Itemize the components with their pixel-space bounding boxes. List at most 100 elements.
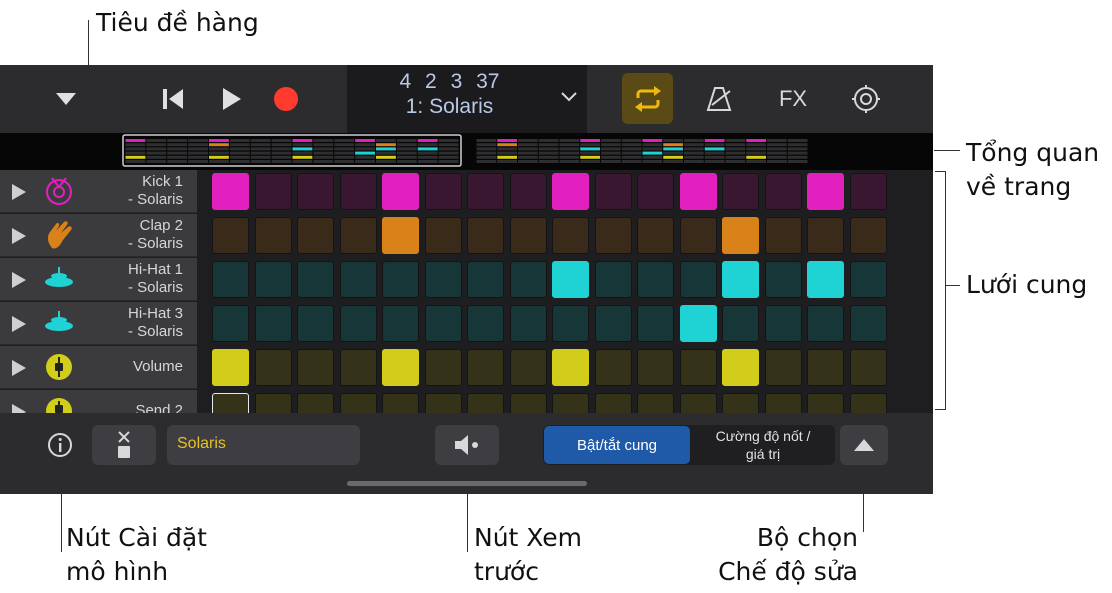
row-header[interactable]: Send 2: [0, 390, 197, 413]
step-cell[interactable]: [212, 261, 249, 298]
step-cell[interactable]: [807, 393, 844, 413]
step-cell[interactable]: [254, 261, 292, 298]
record-button[interactable]: [270, 83, 302, 115]
step-cell[interactable]: [297, 173, 334, 210]
step-cell[interactable]: [212, 217, 249, 254]
step-cell[interactable]: [509, 305, 547, 342]
step-cell[interactable]: [637, 261, 674, 298]
step-cell[interactable]: [339, 173, 377, 210]
step-cell[interactable]: [637, 305, 674, 342]
step-cell[interactable]: [509, 173, 547, 210]
play-button[interactable]: [215, 83, 247, 115]
step-cell[interactable]: [594, 261, 632, 298]
step-cell[interactable]: [254, 173, 292, 210]
step-cell[interactable]: [297, 261, 334, 298]
step-cell[interactable]: [509, 393, 547, 413]
step-cell[interactable]: [424, 173, 462, 210]
step-cell[interactable]: [212, 173, 249, 210]
step-cell[interactable]: [212, 305, 249, 342]
preview-button[interactable]: [435, 425, 499, 465]
step-cell[interactable]: [807, 261, 844, 298]
step-cell[interactable]: [467, 217, 504, 254]
step-grid[interactable]: Kick 1 - Solaris Clap 2 - Solaris Hi-Hat 1…: [0, 170, 933, 413]
page-overview-minimap[interactable]: [0, 133, 933, 170]
step-cell[interactable]: [764, 305, 802, 342]
step-cell[interactable]: [637, 393, 674, 413]
step-cell[interactable]: [807, 217, 844, 254]
row-expand-icon[interactable]: [12, 184, 26, 200]
step-cell[interactable]: [552, 217, 589, 254]
settings-button[interactable]: [850, 83, 882, 115]
step-cell[interactable]: [467, 393, 504, 413]
step-cell[interactable]: [424, 261, 462, 298]
step-cell[interactable]: [722, 217, 759, 254]
step-cell[interactable]: [807, 305, 844, 342]
row-expand-icon[interactable]: [12, 404, 26, 413]
step-cell[interactable]: [509, 261, 547, 298]
step-cell[interactable]: [722, 305, 759, 342]
step-cell[interactable]: [297, 217, 334, 254]
step-cell[interactable]: [339, 305, 377, 342]
go-to-start-button[interactable]: [157, 83, 189, 115]
step-cell[interactable]: [679, 173, 717, 210]
row-header[interactable]: Clap 2 - Solaris: [0, 214, 197, 257]
step-cell[interactable]: [594, 349, 632, 386]
step-cell[interactable]: [382, 261, 419, 298]
step-cell[interactable]: [382, 349, 419, 386]
step-cell[interactable]: [254, 305, 292, 342]
step-cell[interactable]: [679, 305, 717, 342]
expand-editor-button[interactable]: [840, 425, 888, 465]
step-cell[interactable]: [509, 349, 547, 386]
step-cell[interactable]: [637, 349, 674, 386]
step-cell[interactable]: [467, 261, 504, 298]
row-header[interactable]: Kick 1 - Solaris: [0, 170, 197, 213]
step-cell[interactable]: [339, 349, 377, 386]
step-cell[interactable]: [212, 393, 249, 413]
step-cell[interactable]: [382, 173, 419, 210]
step-cell[interactable]: [679, 349, 717, 386]
step-cell[interactable]: [594, 217, 632, 254]
step-cell[interactable]: [764, 173, 802, 210]
step-cell[interactable]: [509, 217, 547, 254]
step-cell[interactable]: [594, 393, 632, 413]
step-cell[interactable]: [254, 217, 292, 254]
lcd-display[interactable]: 4 2 3 37 1: Solaris: [347, 65, 587, 133]
step-cell[interactable]: [424, 349, 462, 386]
row-expand-icon[interactable]: [12, 272, 26, 288]
step-cell[interactable]: [424, 305, 462, 342]
step-cell[interactable]: [764, 217, 802, 254]
mode-step-on-off[interactable]: Bật/tắt cung: [544, 426, 690, 464]
step-cell[interactable]: [849, 173, 887, 210]
step-cell[interactable]: [849, 349, 887, 386]
step-cell[interactable]: [637, 173, 674, 210]
step-cell[interactable]: [722, 173, 759, 210]
step-cell[interactable]: [339, 393, 377, 413]
step-cell[interactable]: [297, 305, 334, 342]
row-expand-icon[interactable]: [12, 316, 26, 332]
step-cell[interactable]: [339, 217, 377, 254]
step-cell[interactable]: [382, 217, 419, 254]
step-cell[interactable]: [722, 349, 759, 386]
step-cell[interactable]: [467, 305, 504, 342]
step-cell[interactable]: [679, 217, 717, 254]
step-cell[interactable]: [382, 305, 419, 342]
step-cell[interactable]: [552, 393, 589, 413]
step-cell[interactable]: [254, 349, 292, 386]
step-cell[interactable]: [849, 393, 887, 413]
step-cell[interactable]: [467, 349, 504, 386]
step-cell[interactable]: [807, 173, 844, 210]
step-cell[interactable]: [764, 349, 802, 386]
mode-note-velocity[interactable]: Cường độ nốt / giá trị: [691, 426, 835, 464]
step-cell[interactable]: [297, 349, 334, 386]
step-cell[interactable]: [764, 261, 802, 298]
row-header[interactable]: Hi-Hat 1 - Solaris: [0, 258, 197, 301]
step-cell[interactable]: [637, 217, 674, 254]
pattern-name-field[interactable]: Solaris: [167, 425, 360, 465]
step-cell[interactable]: [594, 173, 632, 210]
step-cell[interactable]: [849, 261, 887, 298]
step-cell[interactable]: [552, 261, 589, 298]
step-cell[interactable]: [297, 393, 334, 413]
step-cell[interactable]: [212, 349, 249, 386]
step-cell[interactable]: [552, 349, 589, 386]
step-cell[interactable]: [552, 173, 589, 210]
